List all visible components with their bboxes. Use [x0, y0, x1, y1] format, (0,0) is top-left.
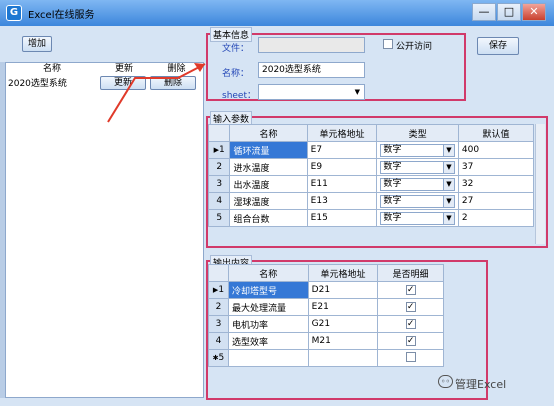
wechat-icon: ◦◦ — [438, 375, 453, 388]
annotation-arrow — [107, 63, 206, 123]
watermark-text: 管理Excel — [455, 378, 507, 391]
